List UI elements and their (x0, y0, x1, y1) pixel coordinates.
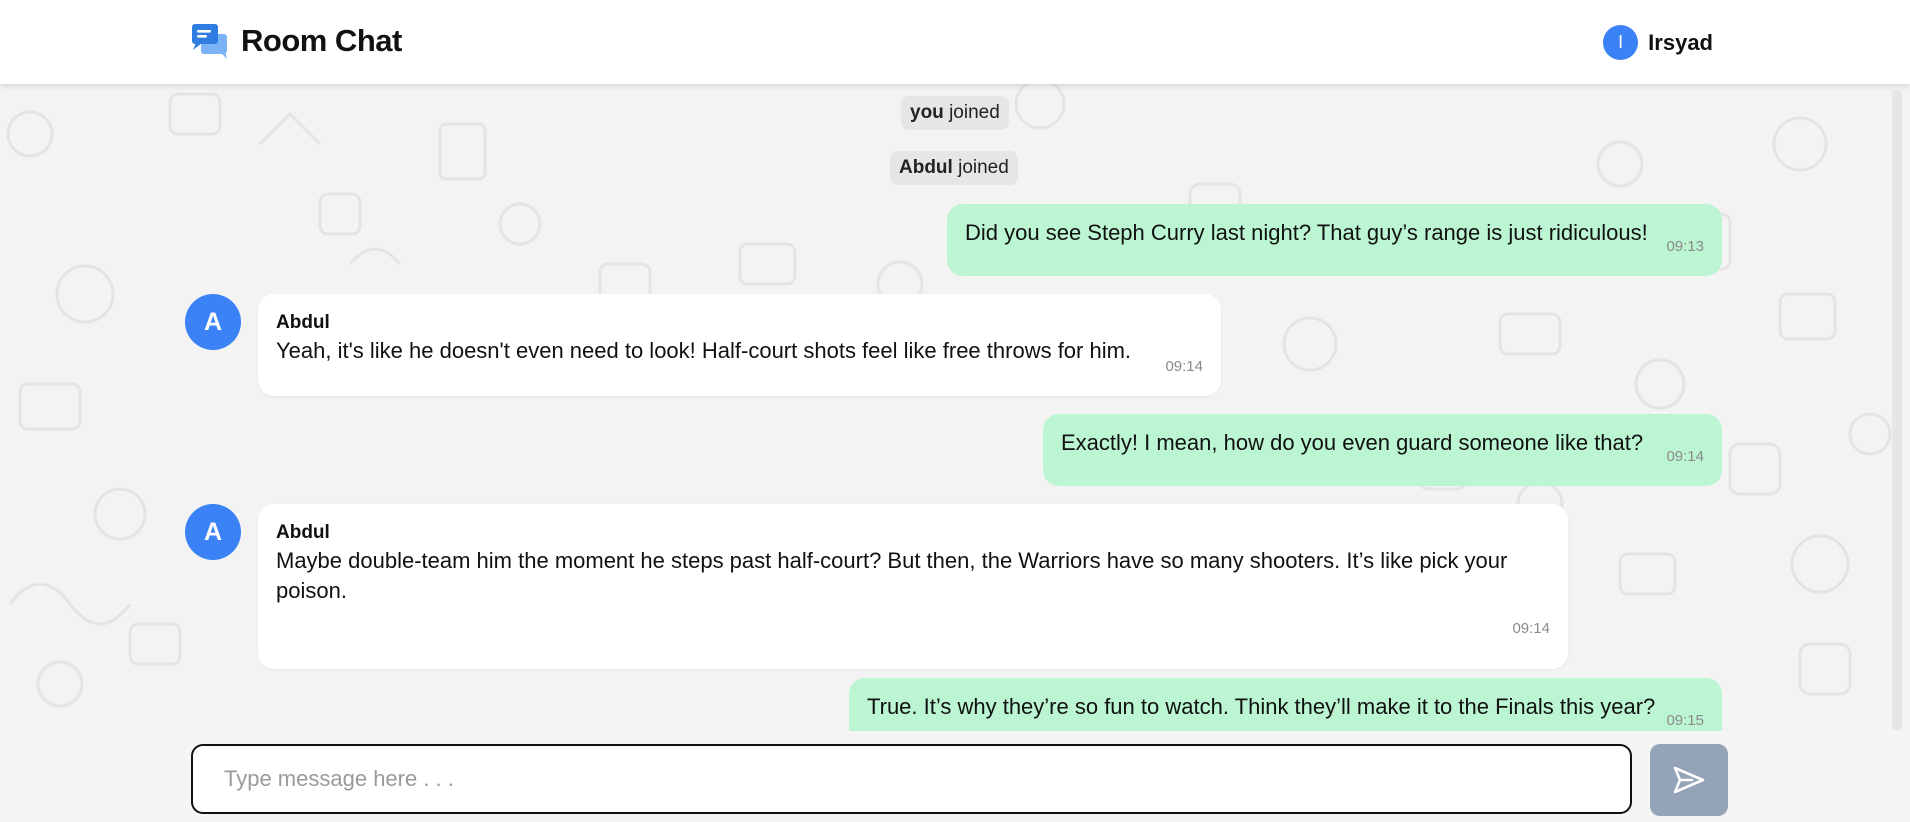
message-text: Exactly! I mean, how do you even guard s… (1061, 430, 1644, 455)
message-composer (0, 731, 1910, 822)
user-avatar[interactable]: I (1603, 25, 1639, 60)
message-input[interactable] (193, 746, 1630, 812)
message-bubble-incoming[interactable]: Abdul Yeah, it's like he doesn't even ne… (258, 294, 1221, 396)
user-name: Irsyad (1648, 29, 1713, 55)
message-bubble-outgoing[interactable]: Did you see Steph Curry last night? That… (947, 204, 1722, 276)
chat-scrollbar[interactable] (1892, 90, 1902, 730)
message-text: Did you see Steph Curry last night? That… (965, 220, 1648, 245)
send-icon (1673, 766, 1705, 794)
app-title: Room Chat (241, 23, 402, 58)
chat-area[interactable]: you joined Abdul joined Did you see Step… (0, 84, 1910, 731)
contact-avatar[interactable]: A (185, 504, 241, 560)
system-message-text: joined (958, 157, 1009, 178)
message-bubble-incoming[interactable]: Abdul Maybe double-team him the moment h… (258, 504, 1568, 669)
message-time: 09:14 (1666, 448, 1704, 465)
user-profile[interactable]: I Irsyad (1603, 25, 1713, 60)
message-time: 09:14 (1512, 620, 1550, 637)
contact-avatar[interactable]: A (185, 294, 241, 350)
message-sender: Abdul (276, 522, 330, 543)
message-text: Maybe double-team him the moment he step… (276, 548, 1508, 603)
message-text: Yeah, it's like he doesn't even need to … (276, 338, 1132, 363)
message-bubble-outgoing[interactable]: True. It’s why they’re so fun to watch. … (849, 678, 1722, 731)
system-message: Abdul joined (890, 151, 1018, 185)
system-message-user: Abdul (899, 157, 953, 178)
message-text: True. It’s why they’re so fun to watch. … (867, 694, 1656, 719)
chat-bubbles-icon (192, 24, 227, 59)
system-message: you joined (901, 96, 1009, 130)
message-time: 09:14 (1165, 358, 1203, 375)
message-time: 09:15 (1666, 712, 1704, 729)
message-bubble-outgoing[interactable]: Exactly! I mean, how do you even guard s… (1043, 414, 1722, 486)
message-sender: Abdul (276, 312, 330, 333)
message-input-wrapper[interactable] (191, 744, 1632, 814)
send-button[interactable] (1650, 744, 1728, 816)
message-time: 09:13 (1666, 238, 1704, 255)
system-message-text: joined (949, 102, 1000, 123)
brand: Room Chat (191, 22, 402, 60)
system-message-user: you (910, 102, 944, 123)
app-header: Room Chat I Irsyad (0, 0, 1910, 84)
